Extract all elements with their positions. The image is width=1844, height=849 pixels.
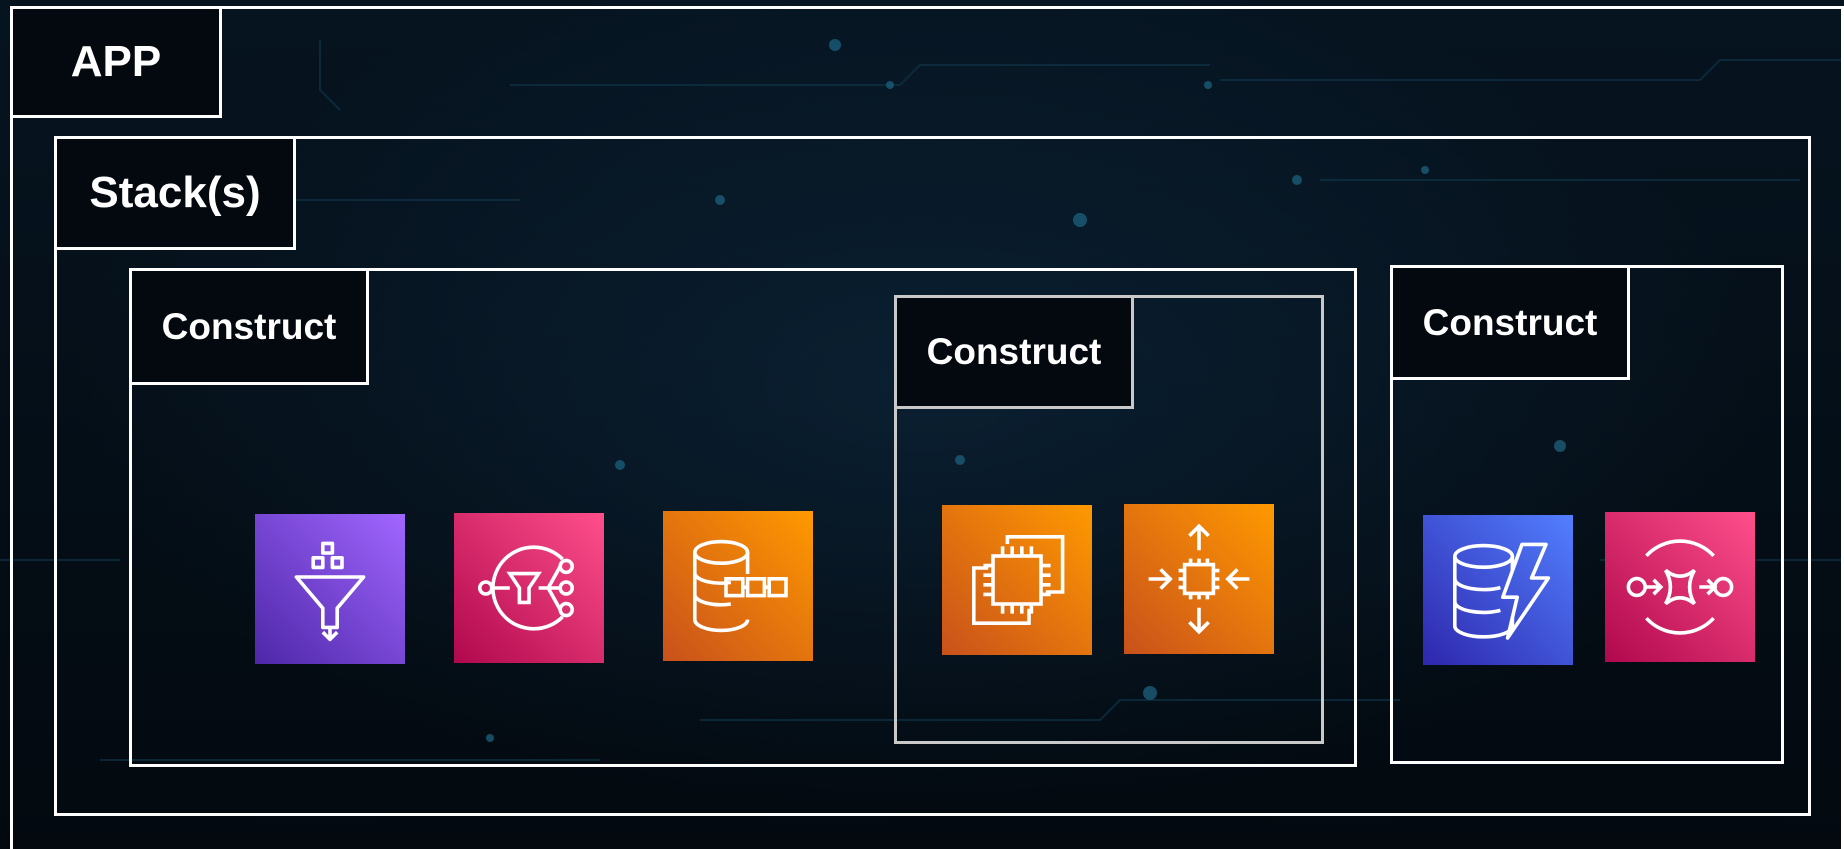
- funnel-service-tile: [255, 514, 405, 664]
- construct-2-label-box: Construct: [894, 295, 1134, 409]
- stack-label: Stack(s): [89, 168, 261, 217]
- construct-2-label: Construct: [926, 331, 1102, 372]
- construct-1-label: Construct: [161, 305, 337, 347]
- notification-service-tile: [454, 513, 604, 663]
- dynamodb-icon: [1453, 542, 1551, 640]
- notification-filter-icon: [478, 545, 574, 631]
- database-chain-icon: [693, 539, 788, 633]
- construct-3-label: Construct: [1422, 301, 1598, 343]
- construct-3-label-box: Construct: [1390, 265, 1630, 380]
- stack-label-box: Stack(s): [54, 136, 296, 250]
- app-label-box: APP: [10, 6, 222, 118]
- construct-1-label-box: Construct: [129, 268, 369, 385]
- instances-icon: [972, 535, 1065, 625]
- diagram-canvas: APP Stack(s) Construct Construct Constru…: [0, 0, 1844, 849]
- queue-service-tile: [1605, 512, 1755, 662]
- app-label: APP: [70, 37, 162, 86]
- instances-service-tile: [942, 505, 1092, 655]
- funnel-icon: [294, 541, 366, 642]
- database-chain-service-tile: [663, 511, 813, 661]
- autoscaling-icon: [1148, 523, 1250, 635]
- autoscaling-service-tile: [1124, 504, 1274, 654]
- queue-icon: [1626, 539, 1734, 635]
- dynamodb-service-tile: [1423, 515, 1573, 665]
